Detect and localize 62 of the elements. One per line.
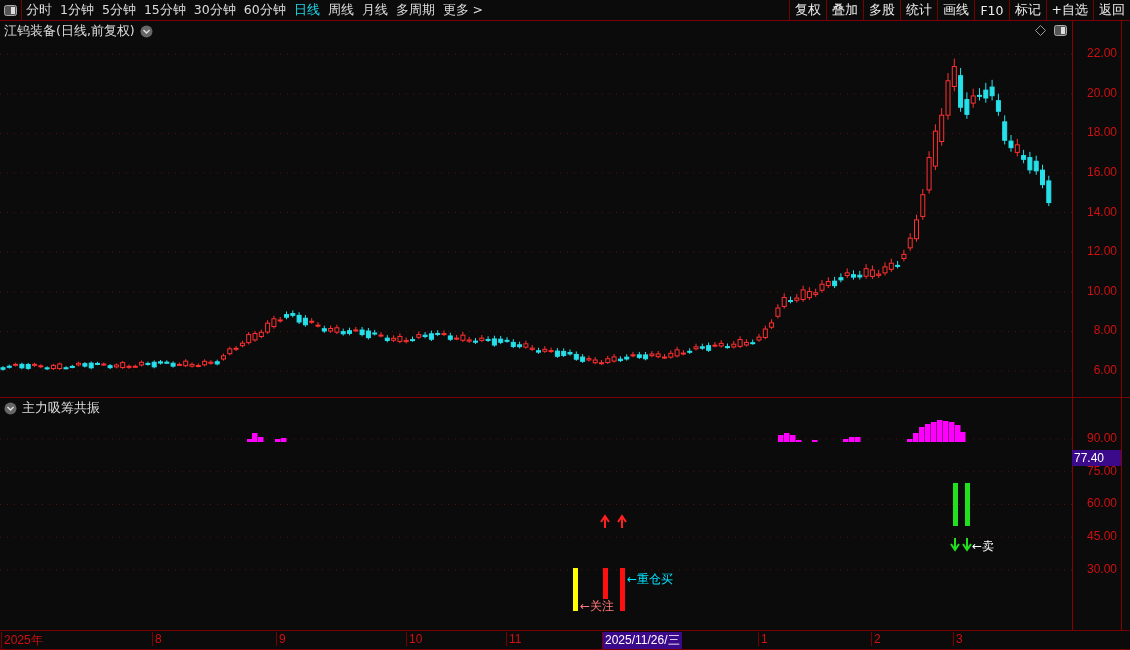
period-tab[interactable]: 周线 — [323, 0, 358, 20]
indicator-tick: 30.00 — [1086, 561, 1117, 576]
indicator-title: 主力吸筹共振 — [22, 400, 100, 417]
toolbar-button[interactable]: +自选 — [1045, 0, 1093, 20]
signal-bar — [620, 568, 625, 611]
toolbar-button[interactable]: 多股 — [863, 0, 901, 20]
cursor-date-label: 2025/11/26/三 — [602, 632, 682, 649]
price-tick: 8.00 — [1093, 323, 1117, 338]
period-tab[interactable]: 更多 > — [438, 0, 488, 20]
dropdown-icon[interactable] — [139, 25, 153, 38]
up-arrow-icon — [600, 514, 610, 529]
period-tab[interactable]: 多周期 — [391, 0, 439, 20]
current-value-label: 77.40 — [1072, 450, 1121, 466]
price-tick: 12.00 — [1086, 244, 1117, 259]
price-tick: 10.00 — [1086, 283, 1117, 298]
price-tick: 18.00 — [1086, 125, 1117, 140]
period-tab[interactable]: 30分钟 — [189, 0, 240, 20]
toolbar-button[interactable]: 返回 — [1093, 0, 1130, 20]
period-tab[interactable]: 1分钟 — [56, 0, 98, 20]
axis-label: 9 — [276, 632, 288, 646]
period-tab[interactable]: 15分钟 — [139, 0, 190, 20]
toolbar-button[interactable]: 统计 — [900, 0, 938, 20]
axis-label: 11 — [506, 632, 524, 646]
panel-toggle-icon[interactable] — [4, 4, 17, 16]
toolbar-button[interactable]: 标记 — [1008, 0, 1046, 20]
axis-label: 8 — [152, 632, 164, 646]
toolbar-button[interactable]: F10 — [974, 0, 1009, 20]
period-tab[interactable]: 月线 — [357, 0, 392, 20]
diamond-icon[interactable] — [1035, 25, 1046, 36]
stock-title: 江钨装备(日线,前复权) — [4, 23, 135, 40]
period-tab[interactable]: 分时 — [22, 0, 56, 20]
signal-label: ←卖 — [972, 539, 995, 553]
period-tab[interactable]: 60分钟 — [239, 0, 290, 20]
up-arrow-icon — [617, 514, 627, 529]
panel-toggle-icon[interactable] — [1054, 25, 1067, 36]
period-tab[interactable]: 日线 — [289, 0, 324, 20]
axis-label: 3 — [953, 632, 965, 646]
price-tick: 14.00 — [1086, 204, 1117, 219]
dropdown-icon[interactable] — [4, 402, 17, 415]
axis-label: 2 — [871, 632, 883, 646]
axis-label: 2025年 — [1, 632, 45, 649]
down-arrow-icon — [962, 537, 972, 552]
axis-label: 1 — [758, 632, 770, 646]
signal-label: ←重仓买 — [627, 572, 674, 586]
signal-bar — [573, 568, 578, 611]
toolbar-button[interactable]: 画线 — [937, 0, 975, 20]
price-tick: 16.00 — [1086, 165, 1117, 179]
indicator-tick: 75.00 — [1086, 463, 1117, 478]
indicator-tick: 90.00 — [1086, 431, 1117, 445]
down-arrow-icon — [950, 537, 960, 552]
signal-bar — [965, 483, 970, 526]
toolbar-button[interactable]: 复权 — [789, 0, 827, 20]
toolbar-button[interactable]: 叠加 — [826, 0, 864, 20]
price-tick: 22.00 — [1086, 46, 1117, 61]
price-tick: 6.00 — [1093, 363, 1117, 377]
period-tab[interactable]: 5分钟 — [97, 0, 140, 20]
signal-label: ←关注 — [580, 599, 615, 613]
indicator-tick: 45.00 — [1086, 529, 1117, 544]
axis-label: 10 — [406, 632, 425, 646]
indicator-tick: 60.00 — [1086, 496, 1117, 511]
signal-bar — [953, 483, 958, 526]
price-tick: 20.00 — [1086, 85, 1117, 100]
